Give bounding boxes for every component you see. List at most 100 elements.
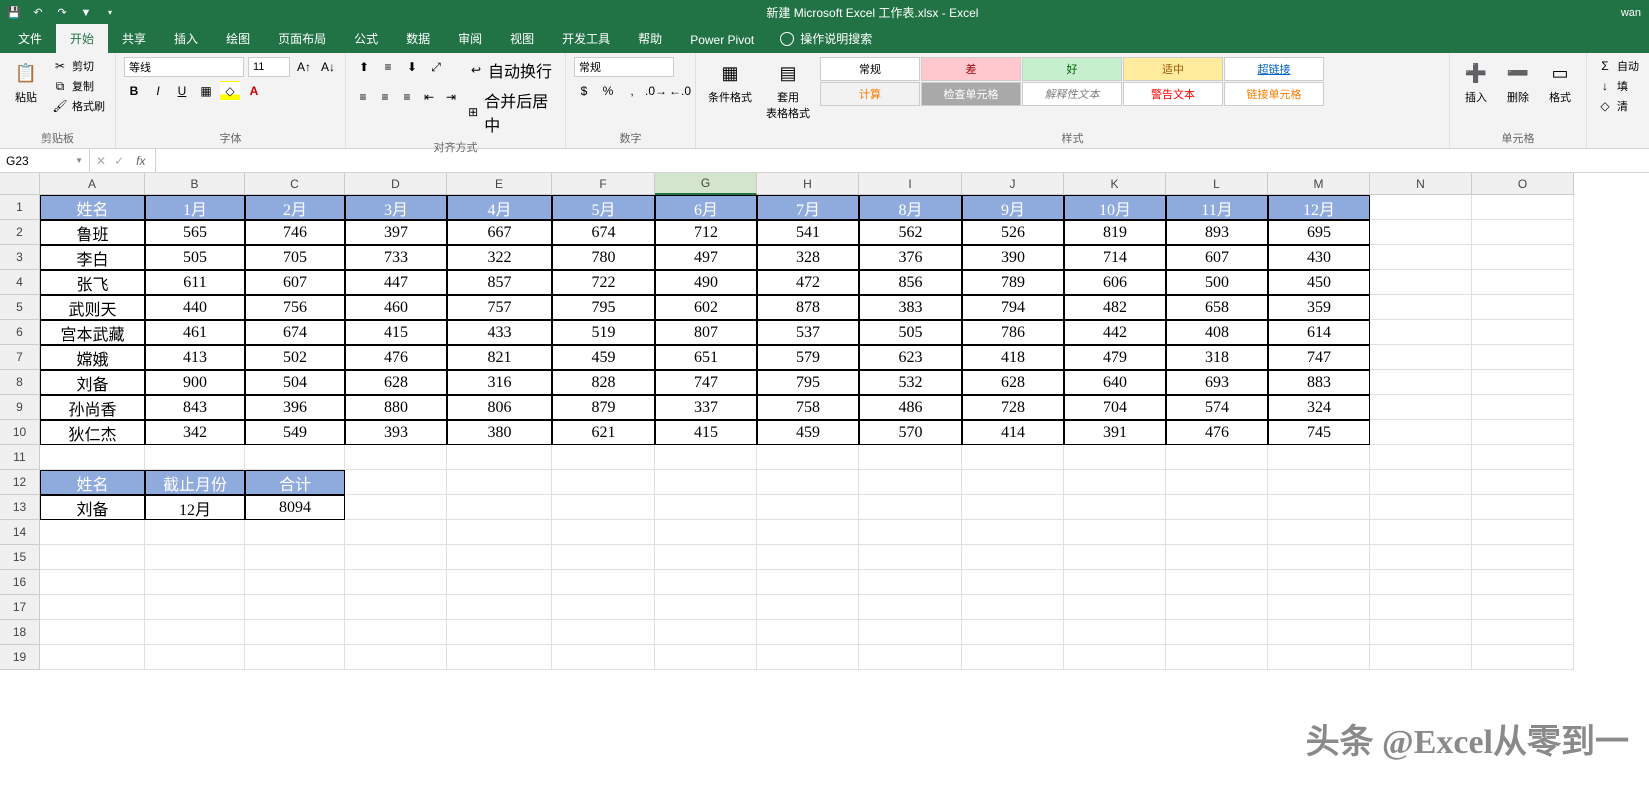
cell-F3[interactable]: 780: [552, 245, 655, 270]
cell-L19[interactable]: [1166, 645, 1268, 670]
cell-M3[interactable]: 430: [1268, 245, 1370, 270]
cell-O9[interactable]: [1472, 395, 1574, 420]
cell-D1[interactable]: 3月: [345, 195, 447, 220]
cell-G5[interactable]: 602: [655, 295, 757, 320]
cell-F14[interactable]: [552, 520, 655, 545]
cell-J16[interactable]: [962, 570, 1064, 595]
cell-E15[interactable]: [447, 545, 552, 570]
tab-开发工具[interactable]: 开发工具: [548, 24, 624, 53]
cell-D6[interactable]: 415: [345, 320, 447, 345]
row-header-19[interactable]: 19: [0, 645, 40, 670]
cell-D19[interactable]: [345, 645, 447, 670]
cell-F17[interactable]: [552, 595, 655, 620]
cell-H19[interactable]: [757, 645, 859, 670]
cell-F6[interactable]: 519: [552, 320, 655, 345]
align-center-icon[interactable]: ≡: [376, 87, 394, 107]
cell-G2[interactable]: 712: [655, 220, 757, 245]
style-bad[interactable]: 差: [921, 57, 1021, 81]
tab-Power Pivot[interactable]: Power Pivot: [676, 27, 768, 53]
cell-H7[interactable]: 579: [757, 345, 859, 370]
cell-E16[interactable]: [447, 570, 552, 595]
undo-icon[interactable]: ↶: [30, 5, 46, 21]
cell-E13[interactable]: [447, 495, 552, 520]
select-all-corner[interactable]: [0, 173, 40, 195]
cell-E2[interactable]: 667: [447, 220, 552, 245]
cell-L13[interactable]: [1166, 495, 1268, 520]
col-header-K[interactable]: K: [1064, 173, 1166, 195]
cell-K14[interactable]: [1064, 520, 1166, 545]
col-header-J[interactable]: J: [962, 173, 1064, 195]
cell-H4[interactable]: 472: [757, 270, 859, 295]
cell-H8[interactable]: 795: [757, 370, 859, 395]
cell-D4[interactable]: 447: [345, 270, 447, 295]
cell-A14[interactable]: [40, 520, 145, 545]
col-header-I[interactable]: I: [859, 173, 962, 195]
row-header-10[interactable]: 10: [0, 420, 40, 445]
cell-N14[interactable]: [1370, 520, 1472, 545]
row-header-12[interactable]: 12: [0, 470, 40, 495]
cell-F5[interactable]: 795: [552, 295, 655, 320]
cell-J14[interactable]: [962, 520, 1064, 545]
cell-E3[interactable]: 322: [447, 245, 552, 270]
cell-J9[interactable]: 728: [962, 395, 1064, 420]
paste-button[interactable]: 📋 粘贴: [8, 57, 44, 107]
cell-K11[interactable]: [1064, 445, 1166, 470]
cell-C10[interactable]: 549: [245, 420, 345, 445]
format-painter-button[interactable]: 🖌格式刷: [50, 97, 107, 115]
cell-C1[interactable]: 2月: [245, 195, 345, 220]
cell-A18[interactable]: [40, 620, 145, 645]
align-top-icon[interactable]: ⬆: [354, 57, 374, 77]
cell-E12[interactable]: [447, 470, 552, 495]
row-header-9[interactable]: 9: [0, 395, 40, 420]
cell-G14[interactable]: [655, 520, 757, 545]
cell-J3[interactable]: 390: [962, 245, 1064, 270]
cell-G18[interactable]: [655, 620, 757, 645]
cell-A7[interactable]: 嫦娥: [40, 345, 145, 370]
cell-B12[interactable]: 截止月份: [145, 470, 245, 495]
cell-F2[interactable]: 674: [552, 220, 655, 245]
cell-C4[interactable]: 607: [245, 270, 345, 295]
cell-C3[interactable]: 705: [245, 245, 345, 270]
cell-M8[interactable]: 883: [1268, 370, 1370, 395]
cell-I9[interactable]: 486: [859, 395, 962, 420]
cell-O5[interactable]: [1472, 295, 1574, 320]
tab-视图[interactable]: 视图: [496, 24, 548, 53]
cell-D16[interactable]: [345, 570, 447, 595]
cell-N9[interactable]: [1370, 395, 1472, 420]
cell-C7[interactable]: 502: [245, 345, 345, 370]
cell-A19[interactable]: [40, 645, 145, 670]
cell-B8[interactable]: 900: [145, 370, 245, 395]
cell-I15[interactable]: [859, 545, 962, 570]
style-good[interactable]: 好: [1022, 57, 1122, 81]
cell-D12[interactable]: [345, 470, 447, 495]
cell-K18[interactable]: [1064, 620, 1166, 645]
cell-G17[interactable]: [655, 595, 757, 620]
cell-A6[interactable]: 宫本武藏: [40, 320, 145, 345]
cell-D10[interactable]: 393: [345, 420, 447, 445]
cell-B6[interactable]: 461: [145, 320, 245, 345]
cell-O7[interactable]: [1472, 345, 1574, 370]
cell-A16[interactable]: [40, 570, 145, 595]
increase-decimal-icon[interactable]: .0→: [646, 81, 666, 101]
redo-icon[interactable]: ↷: [54, 5, 70, 21]
cell-A8[interactable]: 刘备: [40, 370, 145, 395]
cell-I4[interactable]: 856: [859, 270, 962, 295]
align-bottom-icon[interactable]: ⬇: [402, 57, 422, 77]
col-header-F[interactable]: F: [552, 173, 655, 195]
cell-L5[interactable]: 658: [1166, 295, 1268, 320]
cell-I18[interactable]: [859, 620, 962, 645]
merge-center-button[interactable]: ⊞合并后居中: [464, 87, 557, 137]
cell-E7[interactable]: 821: [447, 345, 552, 370]
style-explanatory[interactable]: 解释性文本: [1022, 82, 1122, 106]
cell-M2[interactable]: 695: [1268, 220, 1370, 245]
enter-icon[interactable]: ✓: [114, 154, 124, 168]
cell-H9[interactable]: 758: [757, 395, 859, 420]
cell-I17[interactable]: [859, 595, 962, 620]
cell-N1[interactable]: [1370, 195, 1472, 220]
cell-D11[interactable]: [345, 445, 447, 470]
cell-H12[interactable]: [757, 470, 859, 495]
format-as-table-button[interactable]: ▤套用 表格格式: [762, 57, 814, 123]
cell-B1[interactable]: 1月: [145, 195, 245, 220]
clear-button[interactable]: ◇清: [1595, 97, 1641, 115]
row-header-3[interactable]: 3: [0, 245, 40, 270]
